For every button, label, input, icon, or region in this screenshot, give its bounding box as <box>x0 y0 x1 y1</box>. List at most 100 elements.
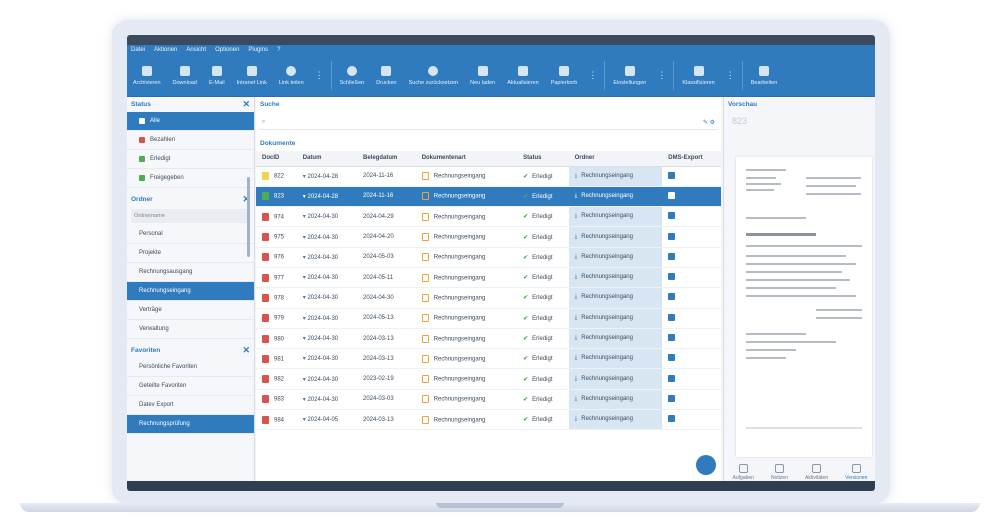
status-status-icon <box>139 137 145 143</box>
ordner-filter-input[interactable]: Ordnername <box>131 209 250 223</box>
dms-export-checkbox[interactable] <box>668 313 676 321</box>
table-row[interactable]: 823 ▾ 2024-04-28 2024-11-16 Rechnungseingan… <box>256 186 721 208</box>
trash-button[interactable]: Papierkorb <box>545 55 584 96</box>
link-button[interactable]: Intranet Link <box>231 55 273 96</box>
table-row[interactable]: 980 ▾ 2024-04-30 2024-03-13 Rechnungseingan… <box>256 328 721 350</box>
preview-action-2[interactable]: Aktivitäten <box>805 463 828 481</box>
column-header[interactable]: DocID <box>256 151 297 167</box>
doctype-cell: Rechnungseingang <box>415 308 518 329</box>
dms-export-checkbox[interactable] <box>668 171 676 179</box>
menu-item[interactable]: Optionen <box>215 45 239 55</box>
preview-action-1[interactable]: Notizen <box>771 463 788 481</box>
dms-export-checkbox[interactable] <box>668 415 676 423</box>
more-icon[interactable]: ⋮ <box>721 55 740 96</box>
status-item[interactable]: Erledigt <box>127 150 254 169</box>
menu-item[interactable]: Aktionen <box>154 45 177 55</box>
refresh-button[interactable]: Aktualisieren <box>501 55 545 96</box>
menu-item[interactable]: Plugins <box>248 45 268 55</box>
table-row[interactable]: 974 ▾ 2024-04-30 2024-04-29 Rechnungseingan… <box>256 206 721 228</box>
column-header[interactable]: DMS-Export <box>662 151 721 167</box>
dms-export-checkbox[interactable] <box>668 354 676 362</box>
download-icon: ⤓ <box>574 213 578 220</box>
status-item[interactable]: Bezahlen <box>127 131 254 150</box>
reset-button[interactable]: Suche zurücksetzen <box>403 55 465 96</box>
preview-action-0[interactable]: Aufgaben <box>733 463 754 481</box>
search-input[interactable]: ⌕ ✎ ⚙ <box>259 116 718 130</box>
table-row[interactable]: 976 ▾ 2024-04-30 2024-05-03 Rechnungseingan… <box>256 247 721 268</box>
dms-export-checkbox[interactable] <box>668 293 676 301</box>
column-header[interactable]: Datum <box>296 151 357 167</box>
more-icon[interactable]: ⋮ <box>652 55 671 96</box>
menu-item[interactable]: Ansicht <box>186 45 206 55</box>
ordner-item[interactable]: Verwaltung <box>127 320 254 339</box>
close-icon[interactable]: ✕ <box>242 345 250 356</box>
table-row[interactable]: 981 ▾ 2024-04-30 2024-03-13 Rechnungseingan… <box>256 348 721 370</box>
belegdatum-cell: 2024-03-03 <box>356 389 416 411</box>
column-header[interactable]: Dokumentenart <box>415 151 518 167</box>
favoriten-item[interactable]: Geteilte Favoriten <box>127 377 254 396</box>
preview-action-3[interactable]: Versionen <box>845 463 867 481</box>
gear-icon <box>624 65 635 76</box>
classify-button[interactable]: Klassifizieren <box>676 55 720 96</box>
dms-export-checkbox[interactable] <box>668 374 676 382</box>
column-header[interactable]: Belegdatum <box>356 151 416 167</box>
menu-bar: Datei Aktionen Ansicht Optionen Plugins? <box>127 45 875 55</box>
table-row[interactable]: 975 ▾ 2024-04-30 2024-04-20 Rechnungseingan… <box>256 226 721 248</box>
mail-button[interactable]: E-Mail <box>203 55 231 96</box>
table-row[interactable]: 822 ▾ 2024-04-28 2024-11-16 Rechnungseingan… <box>256 166 721 187</box>
more-icon[interactable]: ⋮ <box>310 55 329 96</box>
folder-value: Rechnungseingang <box>581 274 633 281</box>
dms-export-checkbox[interactable] <box>668 191 676 199</box>
edit-icon[interactable]: ✎ ⚙ <box>703 119 715 126</box>
dms-export-checkbox[interactable] <box>668 252 676 260</box>
table-row[interactable]: 984 ▾ 2024-04-05 2024-03-13 Rechnungseingan… <box>256 409 721 431</box>
dms-export-checkbox[interactable] <box>668 212 676 220</box>
table-row[interactable]: 982 ▾ 2024-04-30 2023-02-19 Rechnungseingan… <box>256 368 721 390</box>
menu-item[interactable]: Datei <box>131 45 145 55</box>
dms-export-checkbox[interactable] <box>668 334 676 342</box>
favoriten-item[interactable]: Rechnungsprüfung <box>127 415 254 434</box>
preview-action-label: Notizen <box>771 474 788 481</box>
docid-value: 978 <box>274 295 285 302</box>
dms-export-checkbox[interactable] <box>668 273 676 281</box>
archive-button[interactable]: Archivieren <box>127 55 167 96</box>
close-icon[interactable]: ✕ <box>242 99 250 110</box>
edit-button[interactable]: Bearbeiten <box>745 55 784 96</box>
print-icon <box>381 65 392 76</box>
gear-button[interactable]: Einstellungen <box>607 55 652 96</box>
ordner-item[interactable]: Rechnungsausgang <box>127 263 254 282</box>
column-header[interactable]: Status <box>517 151 569 167</box>
column-header[interactable]: Ordner <box>568 151 663 167</box>
more-icon[interactable]: ⋮ <box>583 55 602 96</box>
reload-button[interactable]: Neu laden <box>464 55 501 96</box>
sidebar-scrollbar[interactable] <box>247 177 250 257</box>
download-icon: ⤓ <box>574 395 578 402</box>
table-row[interactable]: 978 ▾ 2024-04-30 2024-04-30 Rechnungseingan… <box>256 287 721 309</box>
status-item[interactable]: Freigegeben <box>127 169 254 188</box>
window-titlebar <box>127 35 875 45</box>
close-button[interactable]: Schließen <box>334 55 370 96</box>
status-status-icon <box>139 118 145 124</box>
ordner-item[interactable]: Personal <box>127 225 254 244</box>
download-button[interactable]: Download <box>167 55 203 96</box>
dms-export-cell <box>662 409 721 431</box>
table-row[interactable]: 979 ▾ 2024-04-30 2024-05-13 Rechnungseingan… <box>256 308 721 329</box>
preview-toggle-button[interactable] <box>696 455 716 475</box>
ordner-item[interactable]: Rechnungseingang <box>127 282 254 301</box>
share-button[interactable]: Link teilen <box>273 55 310 96</box>
menu-item[interactable]: ? <box>277 45 280 55</box>
table-row[interactable]: 977 ▾ 2024-04-30 2024-05-11 Rechnungseingan… <box>256 267 721 289</box>
favoriten-item[interactable]: Datev Export <box>127 396 254 415</box>
table-row[interactable]: 983 ▾ 2024-04-30 2024-03-03 Rechnungseingan… <box>256 389 721 411</box>
dms-export-checkbox[interactable] <box>668 394 676 402</box>
status-item[interactable]: Alle <box>127 112 254 131</box>
file-type-icon <box>262 354 269 363</box>
preview-doc-id: 823 <box>732 116 748 126</box>
ordner-item[interactable]: Projekte <box>127 244 254 263</box>
ordner-item[interactable]: Verträge <box>127 301 254 320</box>
dms-export-checkbox[interactable] <box>668 232 676 240</box>
favoriten-item[interactable]: Persönliche Favoriten <box>127 358 254 377</box>
status-value: Erledigt <box>532 214 553 221</box>
print-button[interactable]: Drucken <box>370 55 402 96</box>
doctype-cell: Rechnungseingang <box>415 368 518 390</box>
